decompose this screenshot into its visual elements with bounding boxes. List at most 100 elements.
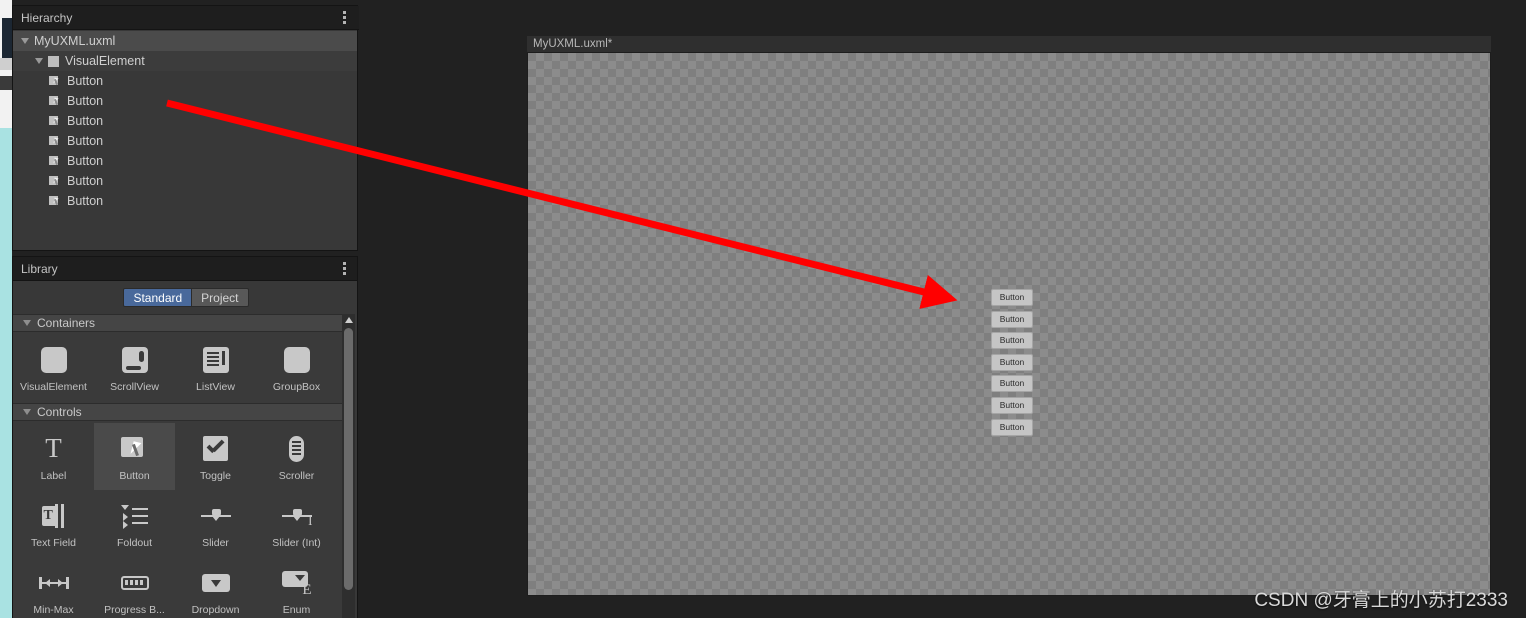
progress-bar-icon <box>120 566 149 600</box>
library-item-enum[interactable]: E Enum <box>256 557 337 618</box>
twisty-expand-icon[interactable] <box>23 320 31 326</box>
library-item-label: Text Field <box>31 536 76 549</box>
hierarchy-panel: Hierarchy MyUXML.uxml VisualElement Button… <box>12 5 359 251</box>
library-item-text-field[interactable]: T Text Field <box>13 490 94 557</box>
uxml-button-stack[interactable]: Button Button Button Button Button Button Butt… <box>991 289 1033 440</box>
uxml-button[interactable]: Button <box>991 310 1033 328</box>
uxml-button[interactable]: Button <box>991 396 1033 414</box>
library-item-toggle[interactable]: Toggle <box>175 423 256 490</box>
hierarchy-tree[interactable]: MyUXML.uxml VisualElement Button Button Butt… <box>13 31 357 250</box>
library-item-scroller[interactable]: Scroller <box>256 423 337 490</box>
toggle-icon <box>203 432 228 466</box>
library-item-label: Foldout <box>116 536 153 549</box>
library-tab-standard[interactable]: Standard <box>123 287 193 307</box>
library-item-label[interactable]: T Label <box>13 423 94 490</box>
library-item-listview[interactable]: ListView <box>175 334 256 401</box>
hierarchy-row-label: Button <box>67 114 104 128</box>
csdn-watermark: CSDN @牙膏上的小苏打2333 <box>1254 590 1508 611</box>
library-item-label: Slider (Int) <box>272 536 321 549</box>
scroll-up-arrow-icon[interactable] <box>345 317 353 323</box>
button-element-icon <box>49 75 62 87</box>
twisty-expand-icon[interactable] <box>23 409 31 415</box>
canvas-surface[interactable]: Button Button Button Button Button Button Butt… <box>527 52 1491 596</box>
library-item-scrollview[interactable]: ScrollView <box>94 334 175 401</box>
library-item-visualelement[interactable]: VisualElement <box>13 334 94 401</box>
library-category-grid: T Label Button Toggle Scroller T Text Field Fol… <box>13 421 349 618</box>
library-item-label: Label <box>40 469 67 482</box>
hierarchy-row-button[interactable]: Button <box>13 111 357 131</box>
uxml-button[interactable]: Button <box>991 332 1033 350</box>
twisty-expand-icon[interactable] <box>35 58 43 64</box>
hierarchy-row-button[interactable]: Button <box>13 131 357 151</box>
viewport: MyUXML.uxml* Button Button Button Button But… <box>527 36 1491 596</box>
button-icon <box>121 432 148 466</box>
hierarchy-row-button[interactable]: Button <box>13 151 357 171</box>
label-icon: T <box>45 433 62 463</box>
library-panel-header: Library <box>13 257 357 281</box>
foldout-icon <box>120 499 149 533</box>
left-edge-sliver-gray-band <box>0 76 12 90</box>
hierarchy-row-label: Button <box>67 174 104 188</box>
library-item-button[interactable]: Button <box>94 423 175 490</box>
hierarchy-row-myuxml-uxml[interactable]: MyUXML.uxml <box>13 31 357 51</box>
library-item-slider-int-[interactable]: I Slider (Int) <box>256 490 337 557</box>
hierarchy-row-label: Button <box>67 154 104 168</box>
library-category-label: Controls <box>37 405 82 419</box>
text-field-icon: T <box>40 499 68 533</box>
uxml-button[interactable]: Button <box>991 375 1033 393</box>
left-edge-sliver-light-band <box>0 58 12 70</box>
library-panel: Library Standard Project Containers Visual… <box>12 256 358 618</box>
twisty-expand-icon[interactable] <box>21 38 29 44</box>
hierarchy-row-label: MyUXML.uxml <box>34 34 116 48</box>
uxml-button[interactable]: Button <box>991 289 1033 306</box>
library-item-label: Dropdown <box>191 603 240 616</box>
library-source-tabs[interactable]: Standard Project <box>13 283 357 311</box>
hierarchy-row-button[interactable]: Button <box>13 71 357 91</box>
button-element-icon <box>49 95 62 107</box>
button-element-icon <box>49 135 62 147</box>
library-item-min-max[interactable]: Min-Max <box>13 557 94 618</box>
hierarchy-panel-header: Hierarchy <box>13 6 359 30</box>
list-view-icon <box>202 343 229 377</box>
visual-element-icon <box>48 55 59 67</box>
scroller-icon <box>289 432 304 466</box>
library-item-label: GroupBox <box>272 380 321 393</box>
group-box-icon <box>283 343 310 377</box>
library-item-dropdown[interactable]: Dropdown <box>175 557 256 618</box>
hierarchy-row-label: VisualElement <box>65 54 145 68</box>
hierarchy-row-label: Button <box>67 194 104 208</box>
hierarchy-row-button[interactable]: Button <box>13 171 357 191</box>
library-item-label: ListView <box>196 380 235 393</box>
hierarchy-row-button[interactable]: Button <box>13 191 357 211</box>
library-scrollbar[interactable] <box>342 314 355 618</box>
library-category-controls[interactable]: Controls <box>13 403 349 421</box>
library-item-label: ScrollView <box>110 380 159 393</box>
uxml-button[interactable]: Button <box>991 418 1033 436</box>
library-item-groupbox[interactable]: GroupBox <box>256 334 337 401</box>
library-item-progress-b-[interactable]: Progress B... <box>94 557 175 618</box>
library-tab-project[interactable]: Project <box>192 287 249 307</box>
library-category-containers[interactable]: Containers <box>13 314 349 332</box>
library-item-label: Progress B... <box>104 603 165 616</box>
unity-ui-builder-window: Hierarchy MyUXML.uxml VisualElement Button… <box>0 0 1526 618</box>
library-item-label: Scroller <box>278 469 315 482</box>
scrollbar-thumb[interactable] <box>344 328 353 590</box>
library-item-list[interactable]: Containers VisualElement ScrollView ListVie… <box>13 314 349 618</box>
hierarchy-row-label: Button <box>67 94 104 108</box>
slider-int-icon: I <box>281 499 313 533</box>
uxml-button[interactable]: Button <box>991 353 1033 371</box>
button-element-icon <box>49 195 62 207</box>
library-title: Library <box>21 261 58 276</box>
hierarchy-row-button[interactable]: Button <box>13 91 357 111</box>
hierarchy-row-visualelement[interactable]: VisualElement <box>13 51 357 71</box>
library-item-slider[interactable]: Slider <box>175 490 256 557</box>
min-max-slider-icon <box>38 566 69 600</box>
library-item-label: VisualElement <box>20 380 87 393</box>
enum-field-icon: E <box>281 566 312 600</box>
left-edge-sliver-dark-band <box>2 18 12 58</box>
kebab-menu-icon[interactable] <box>337 9 351 27</box>
kebab-menu-icon[interactable] <box>337 260 351 278</box>
dropdown-icon <box>201 566 230 600</box>
library-item-foldout[interactable]: Foldout <box>94 490 175 557</box>
visual-element-icon <box>40 343 67 377</box>
